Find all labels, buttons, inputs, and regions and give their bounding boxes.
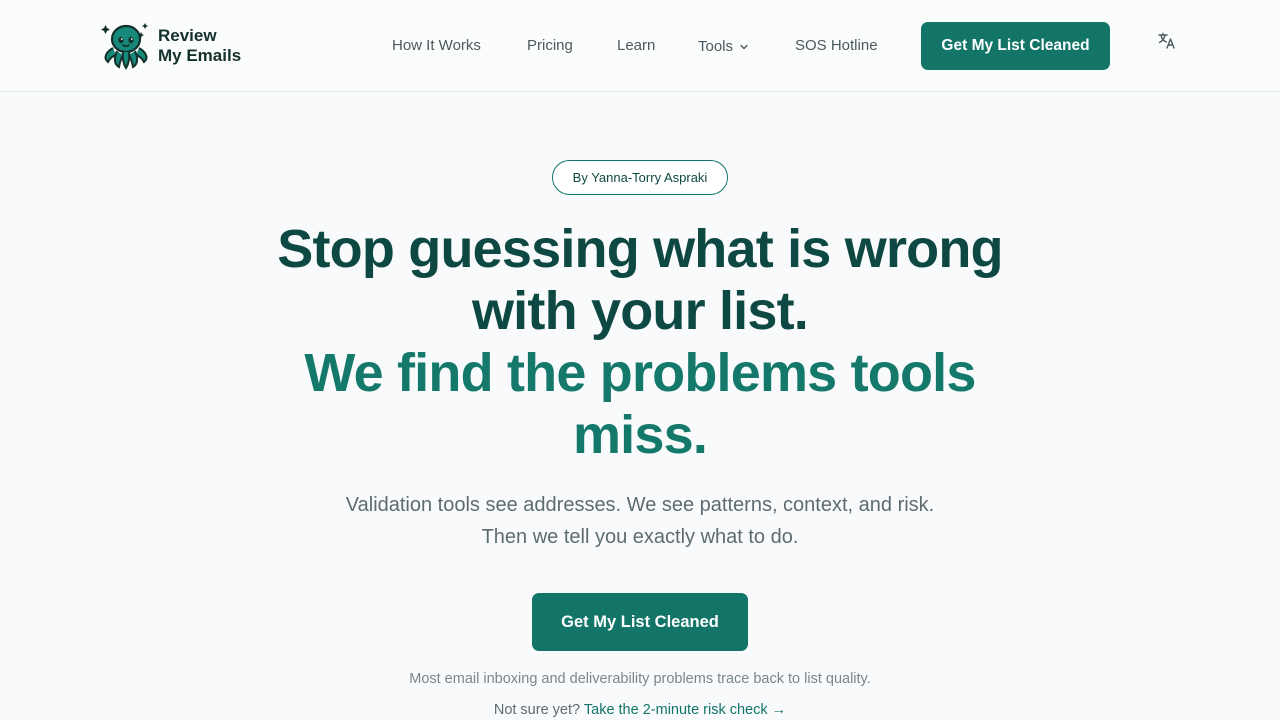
risk-check-link[interactable]: Take the 2-minute risk check → — [584, 702, 786, 718]
hero-headline: Stop guessing what is wrong with your li… — [240, 218, 1040, 466]
headline-line-primary: Stop guessing what is wrong with your li… — [277, 219, 1003, 341]
risk-check-prefix: Not sure yet? — [493, 702, 581, 718]
risk-check-line: Not sure yet? Take the 2-minute risk che… — [240, 700, 1040, 720]
nav-sos-hotline[interactable]: SOS Hotline — [795, 36, 878, 56]
nav-pricing[interactable]: Pricing — [527, 36, 573, 56]
logo-wordmark: Review My Emails — [158, 26, 242, 65]
chevron-down-icon — [740, 44, 748, 50]
nav-learn[interactable]: Learn — [617, 36, 655, 56]
header-cta-button[interactable]: Get My List Cleaned — [921, 22, 1110, 70]
nav-tools-label: Tools — [698, 38, 734, 55]
logo[interactable]: Review My Emails — [100, 22, 250, 70]
hero-note: Most email inboxing and deliverability p… — [409, 671, 871, 687]
headline-line-accent: We find the problems tools miss. — [304, 343, 976, 465]
octopus-logo-icon — [101, 23, 148, 70]
hero-cta-button[interactable]: Get My List Cleaned — [532, 593, 748, 651]
hero-subheadline: Validation tools see addresses. We see p… — [345, 494, 935, 548]
translate-icon[interactable] — [1157, 31, 1177, 51]
author-badge: By Yanna-Torry Aspraki — [552, 160, 728, 195]
nav-tools-dropdown[interactable]: Tools — [698, 37, 749, 57]
nav-how-it-works[interactable]: How It Works — [392, 36, 481, 56]
site-header: Review My Emails How It Works Pricing Le… — [0, 0, 1280, 92]
